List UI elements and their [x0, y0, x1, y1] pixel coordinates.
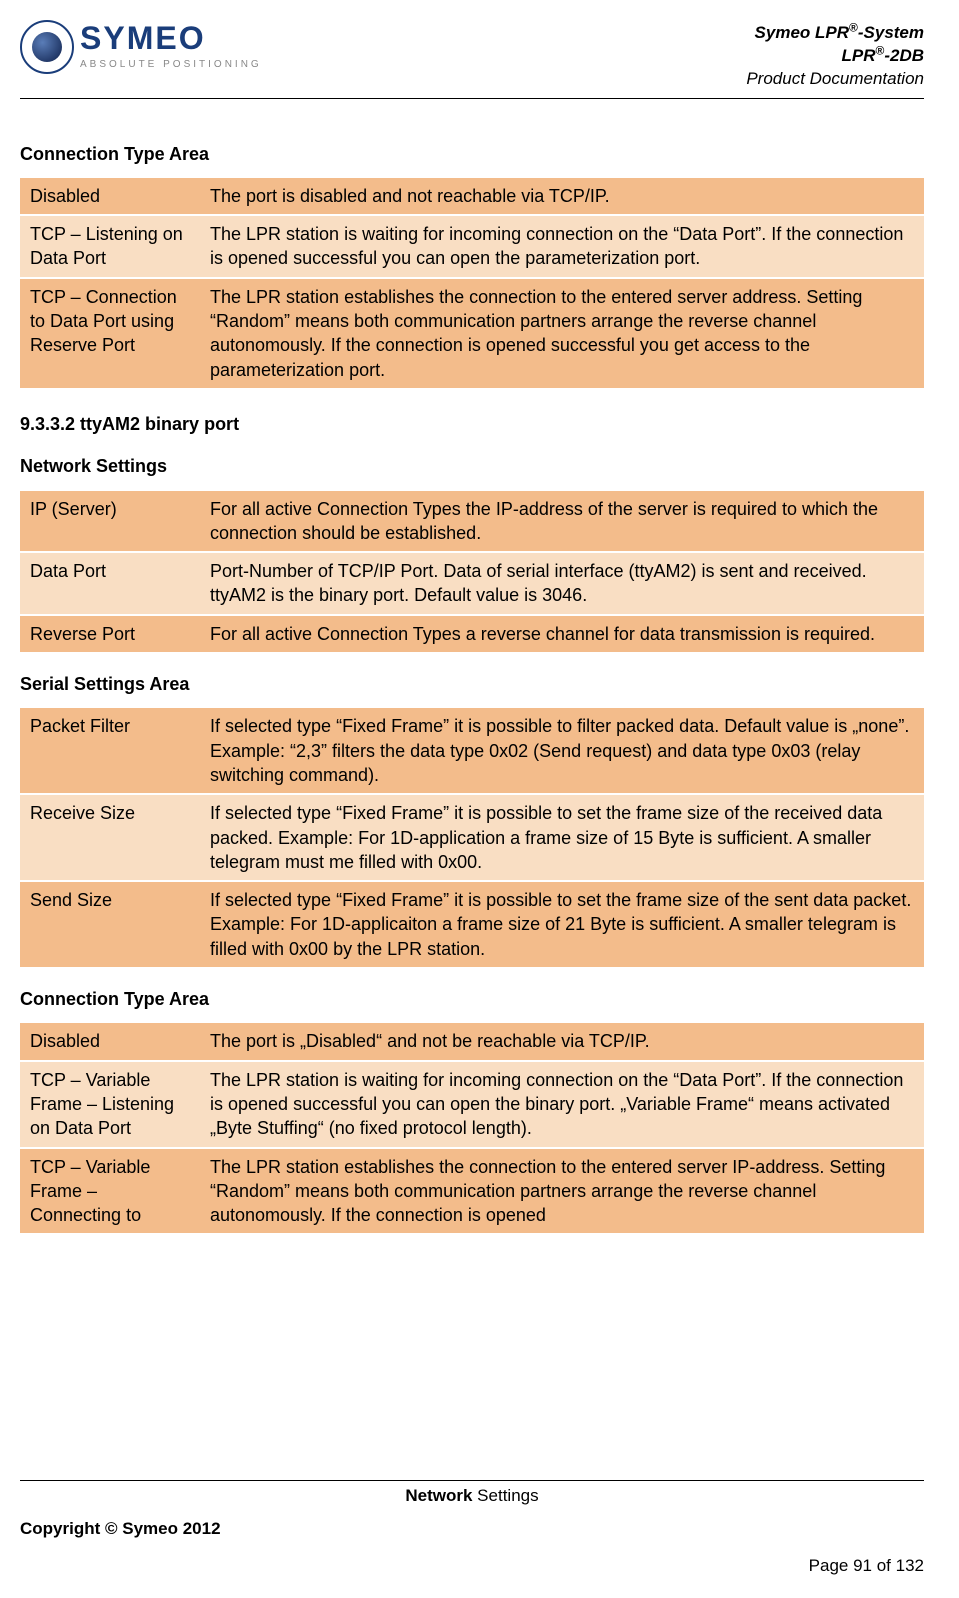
footer-center: Network Settings: [20, 1485, 924, 1508]
cell-val: The LPR station is waiting for incoming …: [200, 216, 924, 277]
cell-val: The LPR station is waiting for incoming …: [200, 1062, 924, 1147]
cell-val: The LPR station establishes the connecti…: [200, 279, 924, 388]
cell-val: The LPR station establishes the connecti…: [200, 1149, 924, 1234]
heading-network-settings: Network Settings: [20, 454, 924, 478]
cell-key: TCP – Listening on Data Port: [20, 216, 200, 277]
heading-serial-settings: Serial Settings Area: [20, 672, 924, 696]
page-header: SYMEO ABSOLUTE POSITIONING Symeo LPR®-Sy…: [20, 20, 924, 99]
table-connection-type-2: DisabledThe port is „Disabled“ and not b…: [20, 1021, 924, 1235]
heading-9332: 9.3.3.2 ttyAM2 binary port: [20, 412, 924, 436]
cell-val: If selected type “Fixed Frame” it is pos…: [200, 795, 924, 880]
cell-key: Packet Filter: [20, 708, 200, 793]
cell-val: For all active Connection Types a revers…: [200, 616, 924, 652]
cell-key: TCP – Connection to Data Port using Rese…: [20, 279, 200, 388]
cell-val: If selected type “Fixed Frame” it is pos…: [200, 708, 924, 793]
heading-connection-type-1: Connection Type Area: [20, 142, 924, 166]
cell-val: For all active Connection Types the IP-a…: [200, 491, 924, 552]
cell-key: Receive Size: [20, 795, 200, 880]
heading-connection-type-2: Connection Type Area: [20, 987, 924, 1011]
doc-title: Symeo LPR®-System LPR®-2DB Product Docum…: [746, 20, 924, 90]
cell-key: IP (Server): [20, 491, 200, 552]
cell-val: Port-Number of TCP/IP Port. Data of seri…: [200, 553, 924, 614]
table-serial-settings: Packet FilterIf selected type “Fixed Fra…: [20, 706, 924, 969]
cell-val: The port is disabled and not reachable v…: [200, 178, 924, 214]
cell-key: Disabled: [20, 178, 200, 214]
cell-key: Send Size: [20, 882, 200, 967]
logo-title: SYMEO: [80, 22, 262, 54]
cell-key: TCP – Variable Frame – Connecting to: [20, 1149, 200, 1234]
cell-key: TCP – Variable Frame – Listening on Data…: [20, 1062, 200, 1147]
footer-page-number: Page 91 of 132: [20, 1555, 924, 1578]
cell-val: If selected type “Fixed Frame” it is pos…: [200, 882, 924, 967]
logo-subtitle: ABSOLUTE POSITIONING: [80, 58, 262, 72]
cell-key: Disabled: [20, 1023, 200, 1059]
table-network-settings: IP (Server)For all active Connection Typ…: [20, 489, 924, 654]
logo: SYMEO ABSOLUTE POSITIONING: [20, 20, 262, 74]
footer-copyright: Copyright © Symeo 2012: [20, 1518, 924, 1541]
table-connection-type-1: DisabledThe port is disabled and not rea…: [20, 176, 924, 390]
cell-val: The port is „Disabled“ and not be reacha…: [200, 1023, 924, 1059]
cell-key: Reverse Port: [20, 616, 200, 652]
cell-key: Data Port: [20, 553, 200, 614]
logo-icon: [20, 20, 74, 74]
